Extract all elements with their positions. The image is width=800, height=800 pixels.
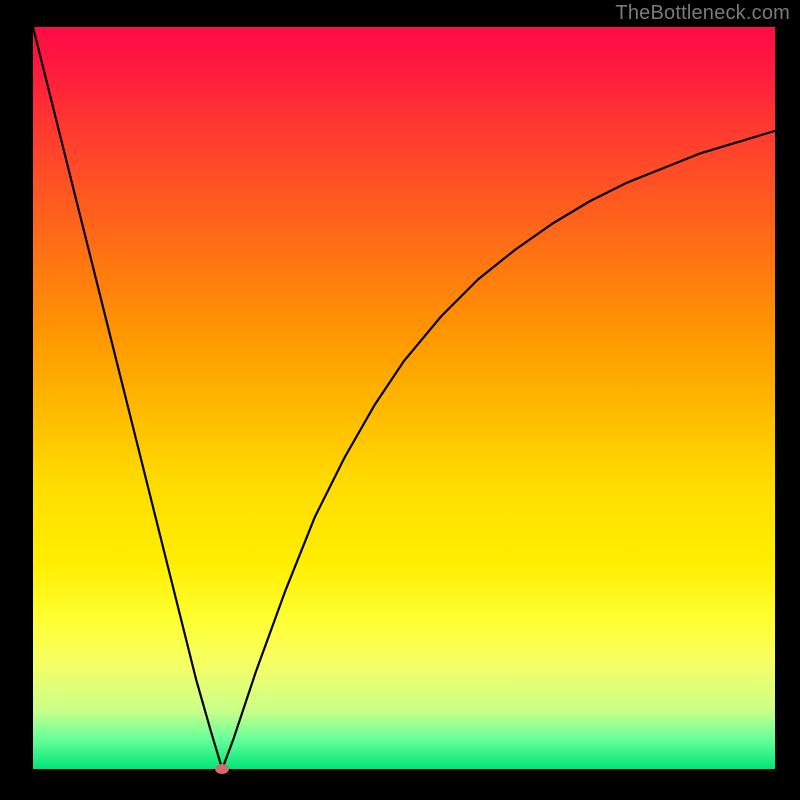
- optimum-marker: [215, 764, 229, 774]
- chart-frame: TheBottleneck.com: [0, 0, 800, 800]
- plot-area: [33, 27, 775, 769]
- bottleneck-curve: [33, 27, 775, 769]
- watermark-text: TheBottleneck.com: [615, 2, 790, 25]
